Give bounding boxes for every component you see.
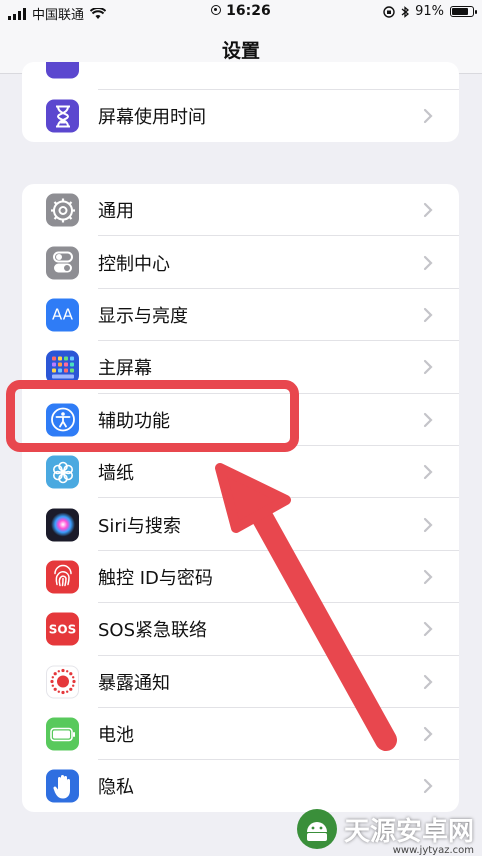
settings-group-top: 屏幕使用时间	[22, 62, 459, 142]
gear-icon	[46, 193, 79, 227]
battery-icon	[46, 717, 79, 751]
settings-row-label: 控制中心	[98, 253, 170, 275]
settings-row-label: 主屏幕	[98, 358, 152, 380]
app-icon-partial	[46, 62, 79, 79]
settings-row-label: 暴露通知	[98, 672, 170, 694]
settings-row-label: 屏幕使用时间	[98, 107, 206, 129]
toggles-icon	[46, 246, 79, 280]
settings-row-battery[interactable]: 电池	[22, 708, 459, 761]
settings-row-control-center[interactable]: 控制中心	[22, 236, 459, 289]
page-title: 设置	[221, 40, 260, 62]
watermark-url: www.jytyaz.com	[392, 845, 474, 856]
siri-icon	[46, 508, 79, 542]
battery-status-icon	[450, 6, 477, 17]
settings-row-partial	[22, 62, 459, 90]
chevron-right-icon	[423, 622, 433, 637]
orientation-lock-icon	[383, 5, 395, 18]
settings-row-privacy[interactable]: 隐私	[22, 760, 459, 812]
status-right: 91%	[383, 4, 477, 19]
chevron-right-icon	[423, 465, 433, 480]
chevron-right-icon	[423, 307, 433, 323]
clock: 16:26	[226, 3, 271, 19]
settings-row-screen-time[interactable]: 屏幕使用时间	[22, 90, 459, 142]
hand-icon	[46, 769, 79, 803]
exposure-icon	[46, 665, 79, 699]
watermark: 天源安卓网 www.jytyaz.com	[296, 808, 474, 856]
chevron-right-icon	[423, 517, 433, 532]
chevron-right-icon	[423, 412, 433, 427]
fingerprint-icon	[46, 560, 79, 594]
settings-group-main: 通用 控制中心 AA 显示与亮度 主屏幕 辅助功能 墙纸 Siri与搜索 触控 …	[22, 184, 459, 812]
settings-row-label: 墙纸	[98, 463, 134, 485]
sos-icon: SOS	[46, 612, 79, 646]
settings-row-siri[interactable]: Siri与搜索	[22, 498, 459, 551]
settings-row-wallpaper[interactable]: 墙纸	[22, 446, 459, 499]
annotation-highlight-box	[6, 380, 299, 452]
settings-row-label: 显示与亮度	[98, 305, 188, 327]
hourglass-icon	[46, 99, 79, 133]
settings-row-exposure-notifications[interactable]: 暴露通知	[22, 656, 459, 708]
settings-row-label: 通用	[98, 201, 134, 223]
chevron-right-icon	[423, 779, 433, 794]
home-grid-icon	[46, 350, 79, 384]
battery-percent: 91%	[415, 4, 444, 19]
chevron-right-icon	[423, 255, 433, 270]
settings-row-label: 触控 ID与密码	[98, 567, 213, 589]
chevron-right-icon	[423, 569, 433, 585]
watermark-text: 天源安卓网	[343, 816, 474, 847]
settings-row-label: Siri与搜索	[98, 515, 181, 537]
chevron-right-icon	[423, 674, 433, 689]
screen-record-icon	[211, 5, 222, 15]
flower-icon	[46, 455, 79, 489]
chevron-right-icon	[423, 203, 433, 218]
android-logo-icon	[296, 809, 337, 849]
status-bar: 中国联通 16:26 91%	[0, 0, 482, 24]
settings-row-label: 隐私	[98, 777, 134, 799]
chevron-right-icon	[423, 109, 433, 124]
settings-row-label: SOS紧急联络	[98, 620, 208, 642]
bluetooth-icon	[401, 5, 410, 18]
sos-glyph: SOS	[48, 622, 77, 637]
settings-row-display[interactable]: AA 显示与亮度	[22, 289, 459, 342]
settings-row-label: 电池	[98, 725, 134, 747]
text-size-glyph: AA	[52, 305, 73, 324]
text-size-icon: AA	[46, 298, 79, 332]
settings-row-touch-id[interactable]: 触控 ID与密码	[22, 551, 459, 604]
settings-row-emergency-sos[interactable]: SOS SOS紧急联络	[22, 603, 459, 656]
settings-row-general[interactable]: 通用	[22, 184, 459, 237]
chevron-right-icon	[423, 360, 433, 375]
chevron-right-icon	[423, 726, 433, 742]
